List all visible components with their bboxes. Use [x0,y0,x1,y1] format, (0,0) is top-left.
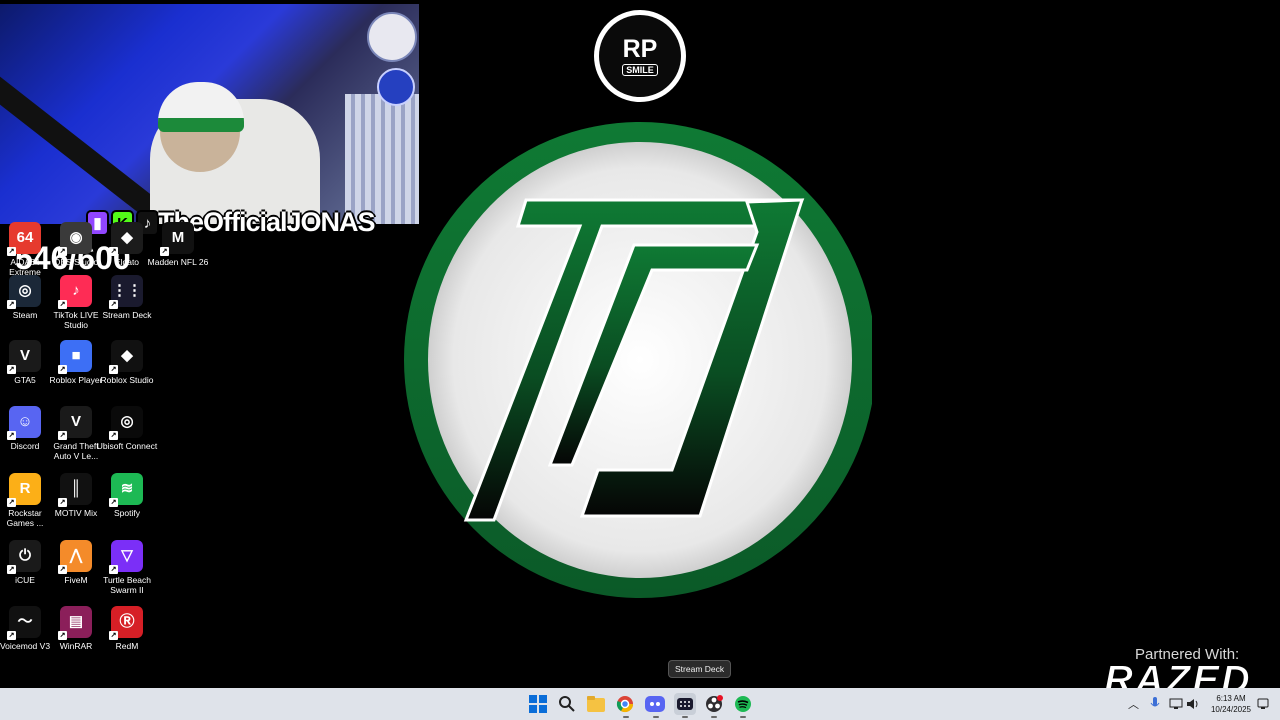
tiktok-live-icon: ♪ ↗ [58,275,92,309]
shortcut-arrow-icon: ↗ [7,498,16,507]
shortcut-arrow-icon: ↗ [109,431,118,440]
desktop-icon-label: Roblox Studio [100,375,154,385]
desktop-icon-stream-deck[interactable]: ⋮⋮ ↗ Stream Deck [96,275,158,320]
gta-legacy-icon: V ↗ [58,406,92,440]
shortcut-arrow-icon: ↗ [109,631,118,640]
shortcut-arrow-icon: ↗ [160,247,169,256]
notification-icon[interactable] [1257,688,1269,720]
obs-icon[interactable] [703,693,725,715]
madden-icon: M ↗ [160,222,194,256]
shortcut-arrow-icon: ↗ [109,498,118,507]
desktop-icon-spotify[interactable]: ≋ ↗ Spotify [96,473,158,518]
icue-icon: ⏻ ↗ [7,540,41,574]
discord-icon[interactable] [644,693,666,715]
aida64-icon: 64 ↗ [7,222,41,256]
microphone-arm [0,66,161,220]
desktop-icon-label: Ubisoft Connect [96,441,158,451]
desktop-icon-roblox-studio[interactable]: ◆ ↗ Roblox Studio [96,340,158,385]
shortcut-arrow-icon: ↗ [7,565,16,574]
clock-time: 6:13 AM [1216,694,1246,703]
clock-date: 10/24/2025 [1210,705,1252,714]
shortcut-arrow-icon: ↗ [58,631,67,640]
stream-deck-running-indicator [682,716,688,718]
rp-badge-logo: RP SMILE [594,10,686,102]
steam-icon: ◎ ↗ [7,275,41,309]
stream-deck-icon: ⋮⋮ ↗ [109,275,143,309]
rp-badge-text: RP [622,35,658,63]
chrome-running-indicator [623,716,629,718]
shortcut-arrow-icon: ↗ [7,247,16,256]
obs-running-indicator [711,716,717,718]
turtle-beach-icon: ▽ ↗ [109,540,143,574]
gta5-icon: V ↗ [7,340,41,374]
shortcut-arrow-icon: ↗ [58,365,67,374]
shortcut-arrow-icon: ↗ [109,565,118,574]
desktop-icon-label: RedM [115,641,139,651]
stream-deck-icon[interactable] [674,693,696,715]
desktop-icon-ubisoft[interactable]: ◎ ↗ Ubisoft Connect [96,406,158,451]
desktop-icon-redm[interactable]: Ⓡ ↗ RedM [96,606,158,651]
desktop-icon-label: Turtle Beach Swarm II [103,575,151,595]
shortcut-arrow-icon: ↗ [58,247,67,256]
desktop-icon-madden[interactable]: M ↗ Madden NFL 26 [147,222,209,267]
spotify-icon: ≋ ↗ [109,473,143,507]
taskbar: ︿ 6:13 AM 10/24/2025 [0,688,1280,720]
shortcut-arrow-icon: ↗ [58,565,67,574]
shortcut-arrow-icon: ↗ [58,300,67,309]
roblox-icon: ■ ↗ [58,340,92,374]
volume-icon[interactable] [1186,688,1200,720]
taskbar-tooltip: Stream Deck [668,660,732,678]
streamer-hat [158,82,244,132]
motiv-mix-icon: ║ ↗ [58,473,92,507]
search-icon[interactable] [556,693,578,715]
desktop-icon-label: Madden NFL 26 [147,257,209,267]
shortcut-arrow-icon: ↗ [58,498,67,507]
spotify-running-indicator [740,716,746,718]
microphone-icon[interactable] [1150,688,1160,720]
roblox-studio-icon: ◆ ↗ [109,340,143,374]
chrome-icon[interactable] [614,693,636,715]
tray-overflow-icon[interactable]: ︿ [1128,688,1139,720]
wall-logo-icon [367,12,417,62]
elgato-icon: ◆ ↗ [109,222,143,256]
shortcut-arrow-icon: ↗ [109,247,118,256]
webcam-feed [0,4,419,224]
desktop-icon-label: Spotify [114,508,140,518]
redm-icon: Ⓡ ↗ [109,606,143,640]
rockstar-icon: R ↗ [7,473,41,507]
obs-icon: ◉ ↗ [58,222,92,256]
tj-wallpaper-logo [404,122,872,598]
fivem-icon: ⋀ ↗ [58,540,92,574]
rp-badge-subtext: SMILE [622,64,658,76]
wall-logo-small-icon [377,68,415,106]
spotify-icon[interactable] [732,693,754,715]
desktop-icon-label: Stream Deck [102,310,152,320]
shortcut-arrow-icon: ↗ [7,365,16,374]
winrar-icon: ▤ ↗ [58,606,92,640]
desktop-icon-turtle-beach[interactable]: ▽ ↗ Turtle Beach Swarm II [96,540,158,595]
shortcut-arrow-icon: ↗ [7,431,16,440]
shortcut-arrow-icon: ↗ [109,365,118,374]
system-clock[interactable]: 6:13 AM 10/24/2025 [1205,693,1257,715]
shortcut-arrow-icon: ↗ [7,631,16,640]
shortcut-arrow-icon: ↗ [58,431,67,440]
ubisoft-icon: ◎ ↗ [109,406,143,440]
windows-start-icon[interactable] [527,693,549,715]
discord-icon: ☺ ↗ [7,406,41,440]
shortcut-arrow-icon: ↗ [7,300,16,309]
network-icon[interactable] [1169,688,1183,720]
discord-running-indicator [653,716,659,718]
voicemod-icon: 〜 ↗ [7,606,41,640]
file-explorer-icon[interactable] [585,693,607,715]
shortcut-arrow-icon: ↗ [109,300,118,309]
